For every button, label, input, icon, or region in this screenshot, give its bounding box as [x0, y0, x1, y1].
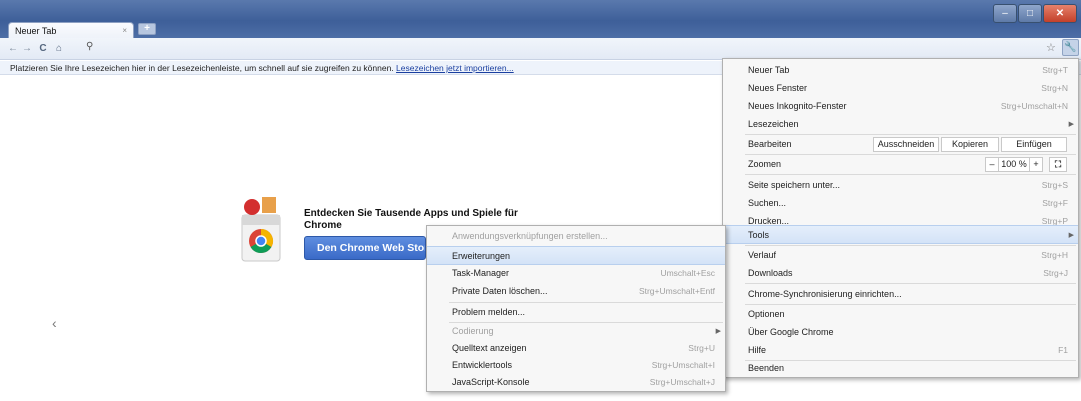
menu-label: Seite speichern unter...: [748, 180, 841, 190]
menu-item-tools[interactable]: Tools ▶: [723, 225, 1078, 244]
menu-item-help[interactable]: Hilfe F1: [723, 341, 1078, 360]
menu-item-incognito[interactable]: Neues Inkognito-Fenster Strg+Umschalt+N: [723, 97, 1078, 116]
forward-icon[interactable]: →: [20, 41, 34, 56]
shortcut-label: Strg+N: [1041, 83, 1068, 93]
menu-label: Neuer Tab: [748, 65, 790, 75]
web-store-button[interactable]: Den Chrome Web Store: [304, 236, 426, 260]
tab-close-icon[interactable]: ×: [122, 26, 127, 35]
title-bar: Neuer Tab × + – □ ✕: [0, 0, 1081, 39]
zoom-level: 100 %: [999, 157, 1029, 172]
menu-item-js-console[interactable]: JavaScript-Konsole Strg+Umschalt+J: [427, 373, 725, 392]
menu-label: Hilfe: [748, 345, 767, 355]
menu-item-extensions[interactable]: Erweiterungen: [427, 246, 725, 265]
menu-label: Über Google Chrome: [748, 327, 834, 337]
menu-item-exit[interactable]: Beenden: [723, 359, 1078, 378]
menu-item-save-page[interactable]: Seite speichern unter... Strg+S: [723, 176, 1078, 195]
shortcut-label: Umschalt+Esc: [660, 268, 715, 278]
shortcut-label: Strg+Umschalt+N: [1000, 101, 1068, 111]
tab-new-tab[interactable]: Neuer Tab ×: [8, 22, 134, 39]
menu-label: Problem melden...: [452, 307, 526, 317]
menu-label: Optionen: [748, 309, 785, 319]
menu-item-find[interactable]: Suchen... Strg+F: [723, 194, 1078, 213]
back-icon[interactable]: ←: [6, 41, 20, 56]
home-icon[interactable]: ⌂: [52, 41, 66, 56]
search-icon: ⚲: [86, 41, 94, 52]
toolbar: ← → C ⌂ ⚲ ☆ 🔧: [0, 38, 1081, 60]
menu-separator: [745, 283, 1076, 284]
paste-button[interactable]: Einfügen: [1001, 137, 1067, 152]
bookmarks-hint: Platzieren Sie Ihre Lesezeichen hier in …: [10, 63, 394, 73]
omnibox[interactable]: ⚲: [84, 40, 1059, 57]
shortcut-label: Strg+Umschalt+Entf: [638, 286, 715, 296]
zoom-in-button[interactable]: +: [1029, 157, 1043, 172]
menu-item-edit: Bearbeiten Ausschneiden Kopieren Einfüge…: [723, 135, 1078, 154]
menu-label: Zoomen: [748, 159, 782, 169]
menu-label: Tools: [748, 230, 770, 240]
menu-label: Verlauf: [748, 250, 777, 260]
menu-item-zoom: Zoomen – 100 % + ⛶: [723, 155, 1078, 174]
import-bookmarks-link[interactable]: Lesezeichen jetzt importieren...: [396, 63, 514, 73]
menu-item-sync[interactable]: Chrome-Synchronisierung einrichten...: [723, 285, 1078, 304]
shortcut-label: F1: [1058, 345, 1068, 355]
tab-title: Neuer Tab: [15, 26, 57, 36]
menu-label: Erweiterungen: [452, 251, 511, 261]
menu-item-app-shortcuts: Anwendungsverknüpfungen erstellen...: [427, 227, 725, 246]
menu-item-clear-data[interactable]: Private Daten löschen... Strg+Umschalt+En…: [427, 282, 725, 301]
shortcut-label: Strg+S: [1041, 180, 1068, 190]
wrench-menu-button[interactable]: 🔧: [1062, 39, 1079, 56]
prev-page-icon[interactable]: ‹: [52, 315, 57, 331]
menu-label: Codierung: [452, 326, 494, 336]
menu-label: Beenden: [748, 363, 785, 373]
cut-button[interactable]: Ausschneiden: [873, 137, 939, 152]
menu-label: Bearbeiten: [748, 139, 792, 149]
menu-label: Neues Inkognito-Fenster: [748, 101, 847, 111]
new-tab-button[interactable]: +: [138, 23, 156, 35]
menu-label: Chrome-Synchronisierung einrichten...: [748, 289, 902, 299]
submenu-arrow-icon: ▶: [1068, 121, 1074, 128]
maximize-button[interactable]: □: [1018, 4, 1042, 23]
menu-label: JavaScript-Konsole: [452, 377, 530, 387]
menu-item-new-window[interactable]: Neues Fenster Strg+N: [723, 79, 1078, 98]
zoom-out-button[interactable]: –: [985, 157, 999, 172]
menu-label: Suchen...: [748, 198, 787, 208]
menu-label: Quelltext anzeigen: [452, 343, 527, 353]
menu-item-history[interactable]: Verlauf Strg+H: [723, 246, 1078, 265]
menu-item-task-manager[interactable]: Task-Manager Umschalt+Esc: [427, 264, 725, 283]
menu-item-downloads[interactable]: Downloads Strg+J: [723, 264, 1078, 283]
copy-button[interactable]: Kopieren: [941, 137, 999, 152]
menu-item-report[interactable]: Problem melden...: [427, 303, 725, 322]
reload-icon[interactable]: C: [36, 41, 50, 56]
menu-label: Downloads: [748, 268, 793, 278]
menu-label: Private Daten löschen...: [452, 286, 548, 296]
fullscreen-icon[interactable]: ⛶: [1049, 157, 1067, 172]
web-store-icon: [241, 197, 281, 262]
menu-item-about[interactable]: Über Google Chrome: [723, 323, 1078, 342]
menu-item-options[interactable]: Optionen: [723, 305, 1078, 324]
menu-label: Lesezeichen: [748, 119, 799, 129]
shortcut-label: Strg+H: [1041, 250, 1068, 260]
shortcut-label: Strg+T: [1042, 65, 1068, 75]
menu-item-bookmarks[interactable]: Lesezeichen ▶: [723, 115, 1078, 134]
shortcut-label: Strg+J: [1043, 268, 1068, 278]
close-window-button[interactable]: ✕: [1043, 4, 1077, 23]
menu-label: Entwicklertools: [452, 360, 513, 370]
menu-item-new-tab[interactable]: Neuer Tab Strg+T: [723, 61, 1078, 80]
menu-label: Neues Fenster: [748, 83, 808, 93]
shortcut-label: Strg+Umschalt+J: [649, 377, 715, 387]
tools-submenu: Anwendungsverknüpfungen erstellen... Erw…: [426, 225, 726, 392]
minimize-button[interactable]: –: [993, 4, 1017, 23]
submenu-arrow-icon: ▶: [1068, 232, 1074, 239]
star-icon[interactable]: ☆: [1046, 41, 1056, 54]
shortcut-label: Strg+F: [1042, 198, 1068, 208]
menu-label: Task-Manager: [452, 268, 510, 278]
menu-label: Anwendungsverknüpfungen erstellen...: [452, 231, 608, 241]
menu-separator: [745, 174, 1076, 175]
wrench-menu: Neuer Tab Strg+T Neues Fenster Strg+N Neue…: [722, 58, 1079, 378]
